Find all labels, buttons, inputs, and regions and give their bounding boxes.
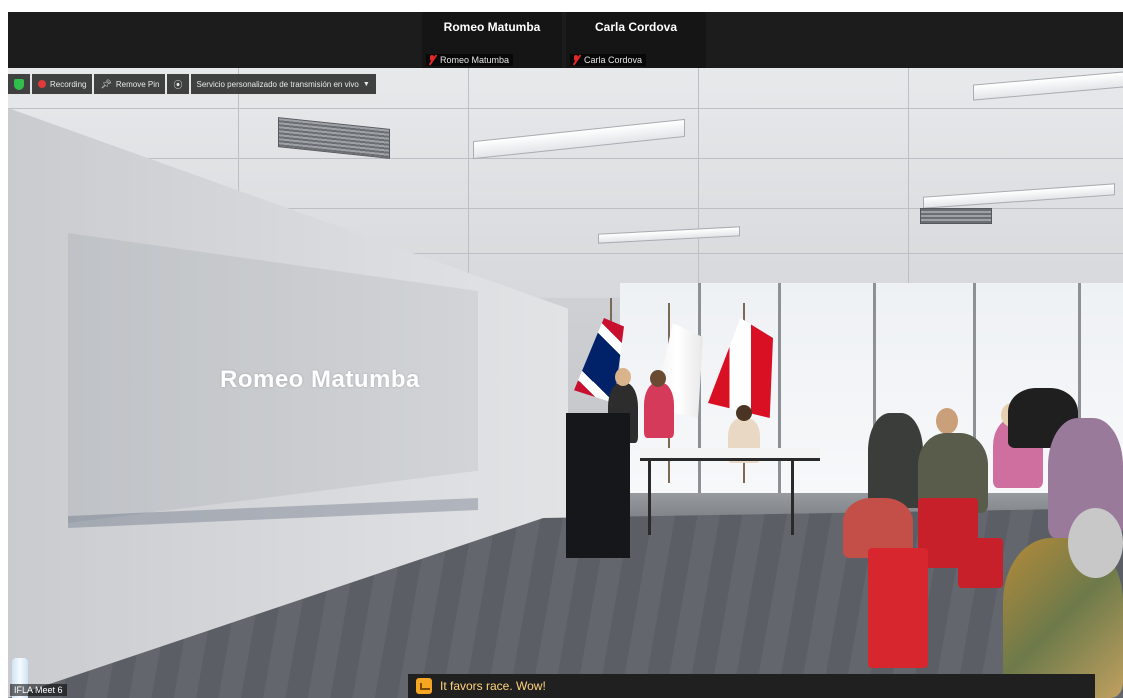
ceiling-light [973,71,1123,101]
participant-name-tag: Carla Cordova [570,54,647,66]
person-head [650,370,666,387]
participant-tag-label: Romeo Matumba [440,55,510,65]
caption-text: It favors race. Wow! [440,679,546,693]
remove-pin-button[interactable]: 📌︎ Remove Pin [94,74,166,94]
ceiling-light [473,118,685,160]
projected-speaker-name: Romeo Matumba [220,366,420,393]
participant-name-tag: Romeo Matumba [426,54,514,66]
ceiling-grid-line [698,68,699,298]
participant-strip: Romeo Matumba Romeo Matumba Carla Cordov… [8,12,1123,68]
stream-service-dropdown[interactable]: Servicio personalizado de transmisión en… [190,74,376,94]
recording-indicator[interactable]: Recording [32,74,93,94]
meeting-status-toolbar: Recording 📌︎ Remove Pin ⦿ Servicio perso… [8,74,376,94]
participant-name: Romeo Matumba [443,20,541,34]
person-head [936,408,958,434]
ceiling-grid-line [468,68,469,298]
red-bag [868,548,928,668]
mic-muted-icon [572,55,581,65]
meeting-window: Romeo Matumba Romeo Matumba Carla Cordov… [8,12,1123,698]
air-vent [278,117,390,159]
live-stream-indicator[interactable]: ⦿ [167,74,189,94]
participant-tile-romeo[interactable]: Romeo Matumba Romeo Matumba [422,12,562,68]
chat-badge-icon [416,678,432,694]
ceiling-light [923,183,1115,209]
ceiling-light [598,226,740,244]
ceiling-grid-line [8,158,1123,159]
air-vent [920,208,992,224]
person-head [615,368,631,386]
mic-muted-icon [428,55,437,65]
shield-icon [14,78,24,90]
participant-tile-carla[interactable]: Carla Cordova Carla Cordova [566,12,706,68]
red-chair [958,538,1003,588]
audience-member [868,413,923,508]
remove-pin-label: Remove Pin [115,79,160,89]
person-head [736,405,752,421]
record-icon [38,80,46,88]
chevron-down-icon: ▼ [362,80,370,88]
pinned-video-feed[interactable]: Romeo Matumba [8,68,1123,698]
recording-label: Recording [50,79,87,89]
self-view-label: IFLA Meet 6 [10,684,67,696]
stream-service-label: Servicio personalizado de transmisión en… [196,79,359,89]
live-stream-icon: ⦿ [173,79,183,90]
podium [566,413,630,558]
participant-name: Carla Cordova [594,20,678,34]
pin-icon: 📌︎ [100,78,112,89]
table-legs [648,460,794,535]
participant-tag-label: Carla Cordova [584,55,643,65]
ceiling-grid-line [908,68,909,298]
person-presenter [644,383,674,438]
security-indicator[interactable] [8,74,30,94]
person-head [1068,508,1123,578]
ceiling-grid-line [8,108,1123,109]
live-caption-bar: It favors race. Wow! [408,674,1095,698]
